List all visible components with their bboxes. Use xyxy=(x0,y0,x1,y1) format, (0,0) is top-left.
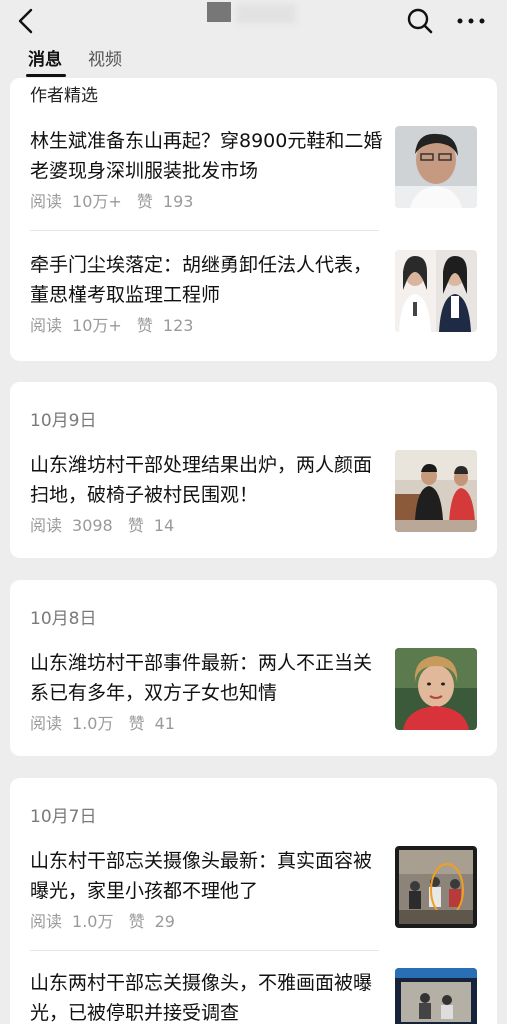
tab-video[interactable]: 视频 xyxy=(88,48,122,72)
search-icon[interactable] xyxy=(406,7,434,35)
article-thumbnail-image xyxy=(395,648,477,730)
account-title-redacted-blur xyxy=(236,4,296,24)
date-label: 10月9日 xyxy=(30,411,97,431)
like-count: 14 xyxy=(153,516,175,535)
article-item[interactable]: 山东潍坊村干部事件最新：两人不正当关系已有多年，双方子女也知情 阅读 1.0万 赞… xyxy=(30,648,487,748)
article-meta: 阅读 1.0万 赞 41 xyxy=(30,710,185,734)
article-title: 山东潍坊村干部事件最新：两人不正当关系已有多年，双方子女也知情 xyxy=(30,652,373,704)
more-options-icon[interactable] xyxy=(456,10,486,32)
read-count: 1.0万 xyxy=(72,912,114,931)
article-meta: 阅读 3098 赞 14 xyxy=(30,512,184,536)
date-label: 10月7日 xyxy=(30,807,97,827)
like-count: 193 xyxy=(162,192,194,211)
article-thumbnail-image xyxy=(395,846,477,928)
read-label: 阅读 xyxy=(30,316,63,335)
like-label: 赞 xyxy=(127,516,144,535)
divider xyxy=(30,950,379,951)
section-label-picks: 作者精选 xyxy=(30,86,98,106)
article-title: 牵手门尘埃落定：胡继勇卸任法人代表，董思槿考取监理工程师 xyxy=(30,254,373,306)
tab-messages[interactable]: 消息 xyxy=(28,48,62,72)
like-label: 赞 xyxy=(128,912,145,931)
read-label: 阅读 xyxy=(30,912,63,931)
divider xyxy=(30,230,379,231)
article-title: 山东两村干部忘关摄像头，不雅画面被曝光，已被停职并接受调查 xyxy=(30,972,373,1024)
article-thumbnail-image xyxy=(395,250,477,332)
read-label: 阅读 xyxy=(30,516,63,535)
like-count: 29 xyxy=(154,912,175,931)
back-arrow-icon[interactable] xyxy=(14,8,38,34)
read-label: 阅读 xyxy=(30,714,63,733)
article-item[interactable]: 山东村干部忘关摄像头最新：真实面容被曝光，家里小孩都不理他了 阅读 1.0万 赞2… xyxy=(30,846,487,946)
article-title: 山东潍坊村干部处理结果出炉，两人颜面扫地，破椅子被村民围观！ xyxy=(30,454,373,506)
article-thumbnail-image xyxy=(395,126,477,208)
tab-bar: 消息 视频 xyxy=(0,48,507,78)
like-label: 赞 xyxy=(128,714,145,733)
picks-card: 作者精选 林生斌准备东山再起？穿8900元鞋和二婚老婆现身深圳服装批发市场 阅读… xyxy=(10,78,497,361)
article-title: 山东村干部忘关摄像头最新：真实面容被曝光，家里小孩都不理他了 xyxy=(30,850,373,902)
article-thumbnail-image xyxy=(395,450,477,532)
article-item[interactable]: 牵手门尘埃落定：胡继勇卸任法人代表，董思槿考取监理工程师 阅读 10万+ 赞 123 xyxy=(30,250,487,350)
read-label: 阅读 xyxy=(30,192,63,211)
like-label: 赞 xyxy=(136,192,153,211)
date-label: 10月8日 xyxy=(30,609,97,629)
like-count: 123 xyxy=(162,316,194,335)
date-card: 10月8日 山东潍坊村干部事件最新：两人不正当关系已有多年，双方子女也知情 阅读… xyxy=(10,580,497,756)
read-count: 10万+ xyxy=(72,316,122,335)
active-tab-indicator xyxy=(26,74,66,77)
read-count: 10万+ xyxy=(72,192,122,211)
account-title-redacted xyxy=(207,2,231,22)
top-bar xyxy=(0,0,507,44)
article-meta: 阅读 1.0万 赞 29 xyxy=(30,908,185,932)
article-meta: 阅读 10万+ 赞 123 xyxy=(30,312,203,336)
read-count: 1.0万 xyxy=(72,714,114,733)
read-count: 3098 xyxy=(72,516,113,535)
article-thumbnail-image xyxy=(395,968,477,1024)
like-label: 赞 xyxy=(136,316,153,335)
date-card: 10月9日 山东潍坊村干部处理结果出炉，两人颜面扫地，破椅子被村民围观！ 阅读 3… xyxy=(10,382,497,558)
like-count: 41 xyxy=(154,714,175,733)
article-item[interactable]: 山东潍坊村干部处理结果出炉，两人颜面扫地，破椅子被村民围观！ 阅读 3098 赞1… xyxy=(30,450,487,550)
article-meta: 阅读 10万+ 赞 193 xyxy=(30,188,203,212)
date-card: 10月7日 山东村干部忘关摄像头最新：真实面容被曝光，家里小孩都不理他了 阅读 1… xyxy=(10,778,497,1024)
article-item[interactable]: 林生斌准备东山再起？穿8900元鞋和二婚老婆现身深圳服装批发市场 阅读 10万+ … xyxy=(30,126,487,226)
article-item[interactable]: 山东两村干部忘关摄像头，不雅画面被曝光，已被停职并接受调查 xyxy=(30,968,487,1024)
article-title: 林生斌准备东山再起？穿8900元鞋和二婚老婆现身深圳服装批发市场 xyxy=(30,130,383,182)
